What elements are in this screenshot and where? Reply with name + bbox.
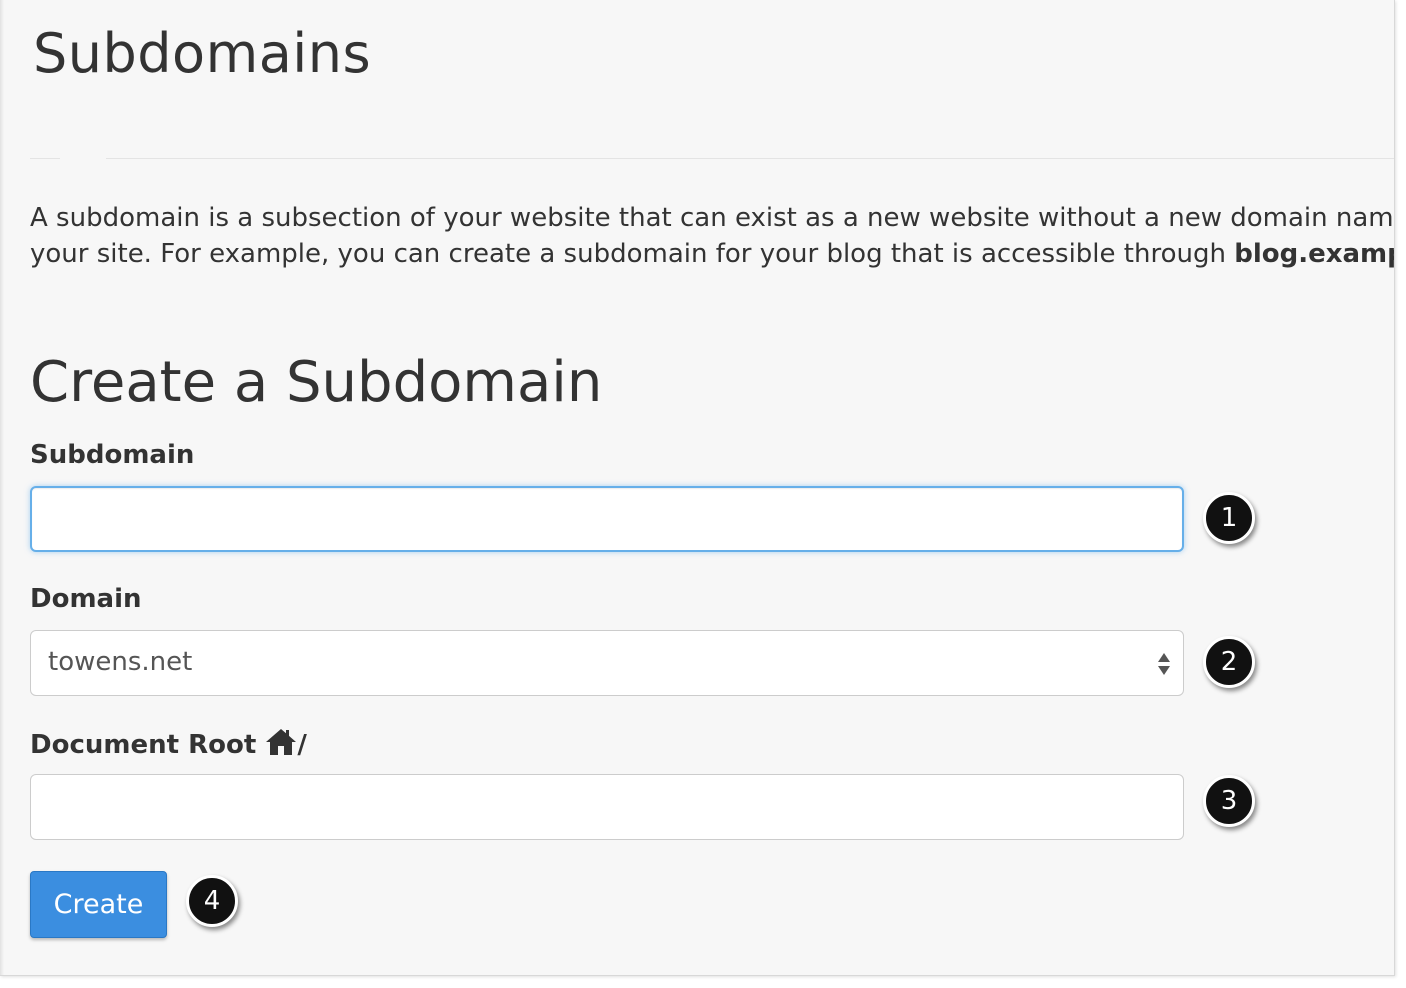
page-description: A subdomain is a subsection of your webs…	[30, 200, 1394, 272]
create-button[interactable]: Create	[30, 871, 167, 938]
document-root-slash: /	[297, 730, 307, 760]
page-frame: Subdomains A subdomain is a subsection o…	[0, 0, 1395, 976]
example-subdomain: blog.example.com	[1234, 239, 1394, 269]
description-line-2-text: your site. For example, you can create a…	[30, 239, 1235, 269]
domain-label: Domain	[30, 584, 142, 614]
document-root-label: Document Root /	[30, 728, 307, 760]
step-marker-2: 2	[1203, 636, 1255, 688]
domain-selected-value: towens.net	[48, 647, 193, 677]
document-root-input[interactable]	[30, 774, 1184, 840]
description-line-1: A subdomain is a subsection of your webs…	[30, 203, 1394, 233]
select-arrows-icon	[1158, 653, 1170, 675]
step-marker-4: 4	[186, 875, 238, 927]
description-line-2: your site. For example, you can create a…	[30, 236, 1394, 272]
domain-select[interactable]: towens.net	[30, 630, 1184, 696]
step-marker-3: 3	[1203, 775, 1255, 827]
header-divider	[30, 158, 1394, 159]
left-edge	[0, 0, 4, 975]
subdomain-input[interactable]	[30, 486, 1184, 552]
create-subdomain-title: Create a Subdomain	[30, 350, 603, 415]
divider-gap	[60, 158, 106, 159]
subdomain-label: Subdomain	[30, 440, 195, 470]
home-icon	[266, 729, 297, 755]
page-title: Subdomains	[33, 22, 372, 85]
document-root-label-text: Document Root	[30, 730, 257, 760]
step-marker-1: 1	[1203, 492, 1255, 544]
